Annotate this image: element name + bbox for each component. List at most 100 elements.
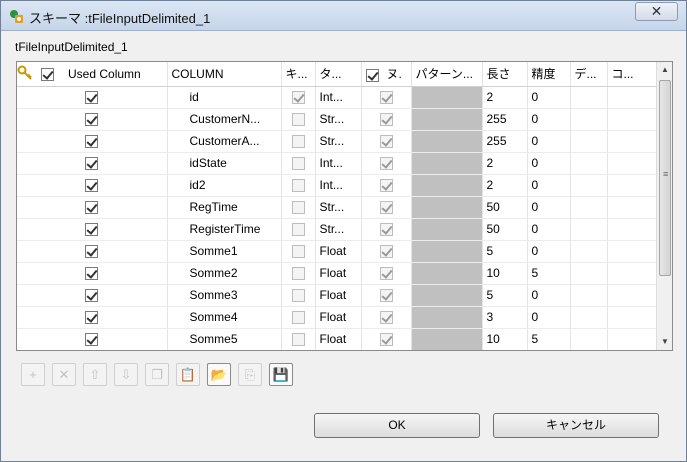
table-row[interactable]: Somme5 Float 10 5 <box>17 328 658 350</box>
type-cell[interactable]: Float <box>315 328 362 350</box>
used-checkbox[interactable] <box>85 223 99 237</box>
table-row[interactable]: CustomerA... Str... 255 0 <box>17 130 658 153</box>
key-cell[interactable] <box>281 328 316 350</box>
nullable-checkbox[interactable] <box>379 179 393 193</box>
nullable-cell[interactable] <box>361 328 412 350</box>
type-cell[interactable]: Float <box>315 284 362 307</box>
default-cell[interactable] <box>570 262 608 285</box>
scroll-up-arrow-icon[interactable]: ▲ <box>657 62 672 78</box>
ok-button[interactable]: OK <box>314 413 480 438</box>
used-cell[interactable] <box>17 152 168 175</box>
header-nullable[interactable]: ヌ. <box>361 62 412 87</box>
nullable-cell[interactable] <box>361 152 412 175</box>
used-checkbox[interactable] <box>85 333 99 347</box>
default-cell[interactable] <box>570 108 608 131</box>
key-cell[interactable] <box>281 152 316 175</box>
precision-cell[interactable]: 0 <box>527 174 571 197</box>
nullable-cell[interactable] <box>361 108 412 131</box>
type-cell[interactable]: Int... <box>315 174 362 197</box>
table-row[interactable]: RegisterTime Str... 50 0 <box>17 218 658 241</box>
comment-cell[interactable] <box>607 152 658 175</box>
header-default[interactable]: デ... <box>570 62 608 87</box>
key-checkbox[interactable] <box>291 179 305 193</box>
precision-cell[interactable]: 0 <box>527 130 571 153</box>
pattern-cell[interactable] <box>411 86 483 109</box>
table-row[interactable]: Somme2 Float 10 5 <box>17 262 658 285</box>
remove-row-button[interactable]: ✕ <box>52 363 76 386</box>
default-cell[interactable] <box>570 196 608 219</box>
table-row[interactable]: id2 Int... 2 0 <box>17 174 658 197</box>
key-checkbox[interactable] <box>291 245 305 259</box>
type-cell[interactable]: Int... <box>315 86 362 109</box>
key-checkbox[interactable] <box>291 267 305 281</box>
precision-cell[interactable]: 0 <box>527 108 571 131</box>
used-checkbox[interactable] <box>85 245 99 259</box>
used-checkbox[interactable] <box>85 157 99 171</box>
table-row[interactable]: idState Int... 2 0 <box>17 152 658 175</box>
comment-cell[interactable] <box>607 328 658 350</box>
comment-cell[interactable] <box>607 196 658 219</box>
type-cell[interactable]: Float <box>315 240 362 263</box>
type-cell[interactable]: Int... <box>315 152 362 175</box>
pattern-cell[interactable] <box>411 152 483 175</box>
table-row[interactable]: Somme4 Float 3 0 <box>17 306 658 329</box>
key-cell[interactable] <box>281 284 316 307</box>
default-cell[interactable] <box>570 306 608 329</box>
used-checkbox[interactable] <box>85 113 99 127</box>
move-up-button[interactable]: ⇧ <box>83 363 107 386</box>
used-cell[interactable] <box>17 108 168 131</box>
key-cell[interactable] <box>281 306 316 329</box>
precision-cell[interactable]: 5 <box>527 262 571 285</box>
key-cell[interactable] <box>281 262 316 285</box>
column-name-cell[interactable]: Somme2 <box>167 262 282 285</box>
pattern-cell[interactable] <box>411 218 483 241</box>
comment-cell[interactable] <box>607 240 658 263</box>
precision-cell[interactable]: 0 <box>527 306 571 329</box>
default-cell[interactable] <box>570 218 608 241</box>
type-cell[interactable]: Str... <box>315 130 362 153</box>
length-cell[interactable]: 2 <box>482 174 528 197</box>
table-row[interactable]: CustomerN... Str... 255 0 <box>17 108 658 131</box>
nullable-all-checkbox[interactable] <box>365 68 379 82</box>
type-cell[interactable]: Str... <box>315 108 362 131</box>
column-name-cell[interactable]: idState <box>167 152 282 175</box>
length-cell[interactable]: 2 <box>482 86 528 109</box>
nullable-checkbox[interactable] <box>379 245 393 259</box>
nullable-checkbox[interactable] <box>379 135 393 149</box>
comment-cell[interactable] <box>607 306 658 329</box>
length-cell[interactable]: 255 <box>482 130 528 153</box>
length-cell[interactable]: 5 <box>482 240 528 263</box>
nullable-cell[interactable] <box>361 218 412 241</box>
used-checkbox[interactable] <box>85 135 99 149</box>
column-name-cell[interactable]: CustomerN... <box>167 108 282 131</box>
nullable-checkbox[interactable] <box>379 289 393 303</box>
length-cell[interactable]: 10 <box>482 262 528 285</box>
copy-button[interactable]: ❐ <box>145 363 169 386</box>
pattern-cell[interactable] <box>411 108 483 131</box>
comment-cell[interactable] <box>607 108 658 131</box>
column-name-cell[interactable]: id2 <box>167 174 282 197</box>
key-checkbox[interactable] <box>291 201 305 215</box>
length-cell[interactable]: 2 <box>482 152 528 175</box>
nullable-cell[interactable] <box>361 86 412 109</box>
comment-cell[interactable] <box>607 284 658 307</box>
length-cell[interactable]: 255 <box>482 108 528 131</box>
comment-cell[interactable] <box>607 86 658 109</box>
precision-cell[interactable]: 5 <box>527 328 571 350</box>
used-checkbox[interactable] <box>85 201 99 215</box>
column-name-cell[interactable]: RegTime <box>167 196 282 219</box>
column-name-cell[interactable]: id <box>17 65 282 109</box>
key-checkbox[interactable] <box>291 289 305 303</box>
default-cell[interactable] <box>570 130 608 153</box>
type-cell[interactable]: Float <box>315 262 362 285</box>
key-cell[interactable] <box>281 218 316 241</box>
length-cell[interactable]: 3 <box>482 306 528 329</box>
column-name-cell[interactable]: Somme1 <box>167 240 282 263</box>
column-name-cell[interactable]: RegisterTime <box>167 218 282 241</box>
key-cell[interactable] <box>281 196 316 219</box>
nullable-checkbox[interactable] <box>379 267 393 281</box>
pattern-cell[interactable] <box>411 240 483 263</box>
header-used-column[interactable]: Used Column <box>17 62 168 87</box>
header-precision[interactable]: 精度 <box>527 62 571 87</box>
pattern-cell[interactable] <box>411 262 483 285</box>
